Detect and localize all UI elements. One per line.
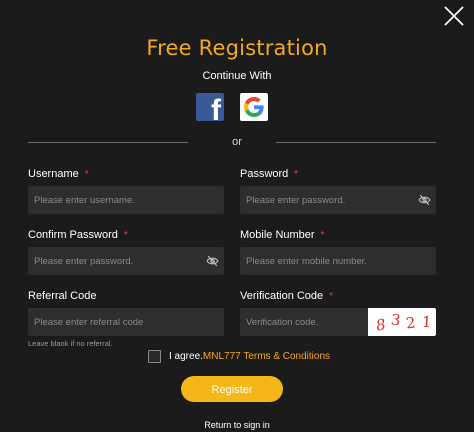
google-icon [244,97,264,117]
verification-code-input[interactable] [240,308,368,336]
password-label-text: Password [240,168,289,180]
facebook-login-button[interactable]: f [196,93,224,121]
agree-text: I agree. [169,351,203,362]
divider-right [276,142,436,143]
terms-agreement: I agree. MNL777 Terms & Conditions [148,350,330,363]
confirm-password-label-text: Confirm Password [28,229,118,241]
captcha-digit: 2 [405,313,417,333]
verification-code-label: Verification Code * [240,289,436,303]
confirm-password-input[interactable] [28,247,224,275]
captcha-digit: 3 [389,310,402,330]
referral-code-input[interactable] [28,308,224,336]
username-label: Username * [28,167,224,181]
modal-title: Free Registration [146,36,328,60]
confirm-password-input-wrap [28,247,224,275]
google-login-button[interactable] [240,93,268,121]
confirm-password-field-group: Confirm Password * [28,228,224,275]
mobile-number-label: Mobile Number * [240,228,436,242]
password-field-group: Password * [240,167,436,214]
referral-code-label: Referral Code [28,290,97,302]
referral-hint: Leave blank if no referral. [28,339,113,348]
verification-code-input-wrap: 8 3 2 1 [240,308,436,336]
captcha-digit: 1 [421,312,433,332]
eye-off-icon[interactable] [206,255,219,267]
verification-code-field-group: Verification Code * 8 3 2 1 [240,289,436,336]
continue-with-label: Continue With [202,70,272,82]
captcha-digit: 8 [374,315,388,335]
registration-modal: Free Registration Continue With f or Use… [0,0,474,432]
required-marker: * [123,230,128,241]
close-button[interactable] [440,2,468,30]
mobile-number-input-wrap [240,247,436,275]
referral-code-field-group: Referral Code Leave blank if no referral… [28,289,224,348]
required-marker: * [320,230,325,241]
social-login-group: f [196,93,268,121]
confirm-password-label: Confirm Password * [28,228,224,242]
required-marker: * [329,291,334,302]
required-marker: * [294,169,299,180]
mobile-number-field-group: Mobile Number * [240,228,436,275]
password-input-wrap [240,186,436,214]
referral-code-input-wrap [28,308,224,336]
mobile-number-label-text: Mobile Number [240,229,315,241]
terms-link[interactable]: MNL777 Terms & Conditions [203,351,330,362]
register-button[interactable]: Register [181,376,283,402]
username-label-text: Username [28,168,79,180]
password-label: Password * [240,167,436,181]
username-input-wrap [28,186,224,214]
mobile-number-input[interactable] [240,247,436,275]
eye-off-icon[interactable] [418,194,431,206]
verification-code-label-text: Verification Code [240,290,324,302]
password-input[interactable] [240,186,436,214]
username-input[interactable] [28,186,224,214]
required-marker: * [84,169,89,180]
username-field-group: Username * [28,167,224,214]
terms-checkbox[interactable] [148,350,161,363]
return-to-sign-in-link[interactable]: Return to sign in [0,420,474,430]
captcha-image[interactable]: 8 3 2 1 [368,308,436,336]
close-icon [444,6,464,26]
facebook-icon: f [211,94,221,122]
